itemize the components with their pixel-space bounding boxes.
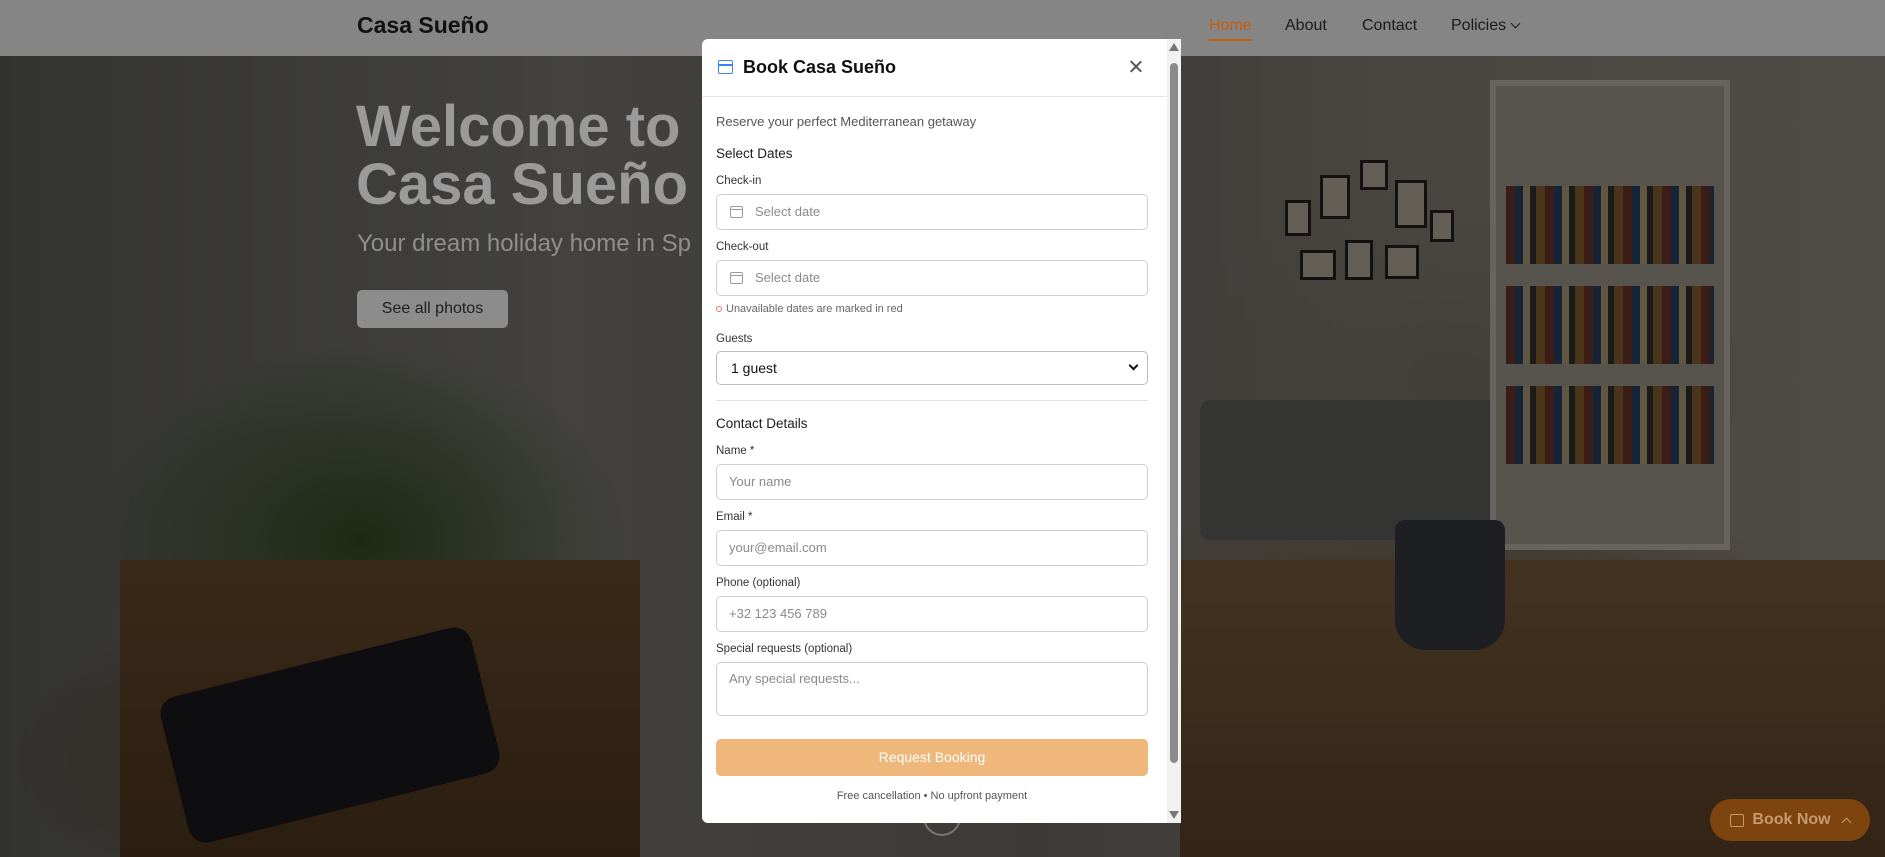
booking-modal: Book Casa Sueño Reserve your perfect Med… xyxy=(702,39,1181,823)
chevron-up-icon xyxy=(1841,817,1852,827)
brand-logo[interactable]: Casa Sueño xyxy=(357,12,489,39)
nav-link-about[interactable]: About xyxy=(1285,17,1327,35)
phone-label: Phone (optional) xyxy=(716,577,801,589)
checkin-input[interactable]: Select date xyxy=(716,194,1148,230)
book-now-button[interactable]: Book Now xyxy=(1710,799,1870,841)
see-all-photos-button[interactable]: See all photos xyxy=(357,290,508,328)
nav-link-policies-label: Policies xyxy=(1451,17,1507,34)
checkin-placeholder: Select date xyxy=(755,204,821,219)
modal-scrollbar[interactable] xyxy=(1167,39,1181,823)
checkout-label: Check-out xyxy=(716,241,769,253)
chevron-down-icon xyxy=(1128,360,1139,371)
hero-title-line2: Casa Sueño xyxy=(356,152,688,217)
contact-section-title: Contact Details xyxy=(716,416,808,431)
calendar-icon xyxy=(730,272,743,284)
hero-title: Welcome to Casa Sueño xyxy=(356,98,688,214)
calendar-icon xyxy=(718,60,733,74)
requests-label: Special requests (optional) xyxy=(716,643,853,655)
guests-value: 1 guest xyxy=(731,360,777,376)
divider xyxy=(716,400,1148,401)
calendar-icon xyxy=(1730,813,1745,827)
phone-input[interactable]: +32 123 456 789 xyxy=(716,596,1148,632)
guests-select[interactable]: 1 guest xyxy=(716,351,1148,385)
modal-header: Book Casa Sueño xyxy=(702,39,1167,97)
unavailable-note: Unavailable dates are marked in red xyxy=(716,303,903,315)
unavailable-note-text: Unavailable dates are marked in red xyxy=(726,303,903,315)
hero-title-line1: Welcome to xyxy=(356,94,681,159)
nav-link-policies[interactable]: Policies xyxy=(1451,17,1521,35)
book-now-label: Book Now xyxy=(1752,811,1831,828)
checkout-input[interactable]: Select date xyxy=(716,260,1148,296)
guests-label: Guests xyxy=(716,333,753,345)
dates-section-title: Select Dates xyxy=(716,146,793,161)
request-booking-button[interactable]: Request Booking xyxy=(716,739,1148,776)
modal-intro: Reserve your perfect Mediterranean getaw… xyxy=(716,114,977,129)
email-input[interactable]: your@email.com xyxy=(716,530,1148,566)
hero-subtitle: Your dream holiday home in Sp xyxy=(357,230,691,257)
modal-footnote: Free cancellation • No upfront payment xyxy=(836,790,1028,802)
email-label: Email * xyxy=(716,511,753,523)
scrollbar-thumb[interactable] xyxy=(1170,63,1178,763)
name-label: Name * xyxy=(716,445,755,457)
modal-title: Book Casa Sueño xyxy=(743,57,897,77)
chevron-down-icon xyxy=(1510,18,1521,29)
nav-link-contact[interactable]: Contact xyxy=(1362,17,1417,35)
checkout-placeholder: Select date xyxy=(755,270,821,285)
scroll-up-arrow-icon[interactable] xyxy=(1169,43,1179,51)
close-icon[interactable] xyxy=(1126,57,1146,77)
checkin-label: Check-in xyxy=(716,175,762,187)
nav-link-home[interactable]: Home xyxy=(1209,17,1252,41)
scroll-down-arrow-icon[interactable] xyxy=(1169,811,1179,819)
calendar-icon xyxy=(730,206,743,218)
requests-textarea[interactable]: Any special requests... xyxy=(716,662,1148,716)
red-dot-icon xyxy=(716,306,722,312)
name-input[interactable]: Your name xyxy=(716,464,1148,500)
